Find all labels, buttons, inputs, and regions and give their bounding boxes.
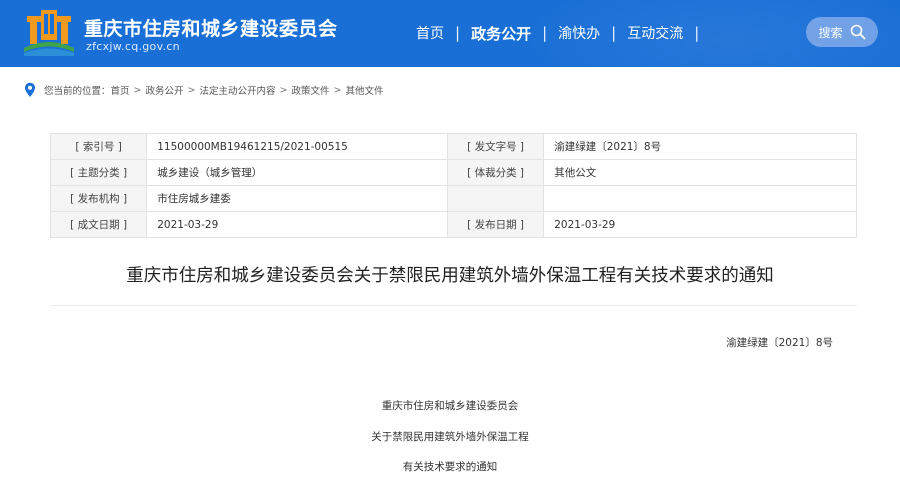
body-line-subject: 关于禁限民用建筑外墙外保温工程 bbox=[371, 431, 529, 443]
document-number: 渝建绿建〔2021〕8号 bbox=[726, 337, 833, 349]
breadcrumb-statutory-content[interactable]: 法定主动公开内容 bbox=[199, 83, 275, 97]
breadcrumb-separator: > bbox=[333, 84, 342, 96]
meta-key-empty bbox=[446, 185, 545, 212]
meta-key-publish-date: [ 发布日期 ] bbox=[446, 211, 545, 238]
nav-yukuaiban[interactable]: 渝快办 bbox=[547, 23, 611, 43]
meta-value-index-number: 11500000MB19461215/2021-00515 bbox=[146, 133, 448, 160]
breadcrumb-prefix: 您当前的位置： bbox=[44, 86, 111, 97]
search-icon bbox=[850, 24, 865, 40]
breadcrumb-home[interactable]: 首页 bbox=[111, 83, 130, 97]
breadcrumb-government-affairs[interactable]: 政务公开 bbox=[146, 83, 184, 97]
nav-home[interactable]: 首页 bbox=[405, 23, 455, 43]
breadcrumb-separator: > bbox=[133, 84, 142, 96]
nav-separator: | bbox=[611, 24, 617, 42]
title-divider bbox=[50, 305, 857, 306]
location-pin-icon bbox=[25, 82, 35, 97]
meta-value-document-number: 渝建绿建〔2021〕8号 bbox=[543, 133, 857, 160]
search-button[interactable]: 搜索 bbox=[806, 17, 878, 47]
table-row: [ 发布机构 ] 市住房城乡建委 bbox=[49, 185, 857, 212]
site-domain: zfcxjw.cq.gov.cn bbox=[86, 40, 180, 53]
site-header: 重庆市住房和城乡建设委员会 zfcxjw.cq.gov.cn 首页 | 政务公开… bbox=[0, 0, 900, 67]
site-logo-icon[interactable] bbox=[22, 8, 76, 56]
document-meta-table: [ 索引号 ] 11500000MB19461215/2021-00515 [ … bbox=[49, 133, 857, 238]
meta-value-topic: 城乡建设（城乡管理） bbox=[146, 159, 448, 186]
nav-government-affairs[interactable]: 政务公开 bbox=[460, 23, 542, 44]
main-nav: 首页 | 政务公开 | 渝快办 | 互动交流 | bbox=[405, 22, 699, 44]
search-label: 搜索 bbox=[818, 25, 843, 40]
breadcrumb-policy-files[interactable]: 政策文件 bbox=[291, 83, 329, 97]
meta-key-written-date: [ 成文日期 ] bbox=[49, 211, 148, 238]
meta-value-publisher: 市住房城乡建委 bbox=[146, 185, 448, 212]
meta-value-genre: 其他公文 bbox=[543, 159, 857, 186]
nav-separator: | bbox=[455, 24, 461, 42]
breadcrumb-separator: > bbox=[187, 84, 196, 96]
table-row: [ 索引号 ] 11500000MB19461215/2021-00515 [ … bbox=[49, 133, 857, 160]
breadcrumb: 您当前的位置： 首页 > 政务公开 > 法定主动公开内容 > 政策文件 > 其他… bbox=[24, 82, 383, 98]
nav-separator: | bbox=[694, 24, 700, 42]
body-line-issuer: 重庆市住房和城乡建设委员会 bbox=[381, 400, 519, 412]
body-line-notice: 有关技术要求的通知 bbox=[402, 461, 498, 473]
meta-key-topic: [ 主题分类 ] bbox=[49, 159, 148, 186]
nav-separator: | bbox=[542, 24, 548, 42]
meta-key-document-number: [ 发文字号 ] bbox=[446, 133, 545, 160]
site-title[interactable]: 重庆市住房和城乡建设委员会 bbox=[84, 14, 338, 41]
breadcrumb-separator: > bbox=[279, 84, 288, 96]
table-row: [ 成文日期 ] 2021-03-29 [ 发布日期 ] 2021-03-29 bbox=[49, 211, 857, 238]
meta-value-empty bbox=[543, 185, 857, 212]
meta-key-genre: [ 体裁分类 ] bbox=[446, 159, 545, 186]
meta-key-publisher: [ 发布机构 ] bbox=[49, 185, 148, 212]
nav-interaction[interactable]: 互动交流 bbox=[616, 23, 694, 43]
table-row: [ 主题分类 ] 城乡建设（城乡管理） [ 体裁分类 ] 其他公文 bbox=[49, 159, 857, 186]
breadcrumb-other-files[interactable]: 其他文件 bbox=[345, 83, 383, 97]
meta-value-written-date: 2021-03-29 bbox=[146, 211, 448, 238]
document-title: 重庆市住房和城乡建设委员会关于禁限民用建筑外墙外保温工程有关技术要求的通知 bbox=[126, 266, 774, 286]
meta-value-publish-date: 2021-03-29 bbox=[543, 211, 857, 238]
meta-key-index-number: [ 索引号 ] bbox=[49, 133, 148, 160]
